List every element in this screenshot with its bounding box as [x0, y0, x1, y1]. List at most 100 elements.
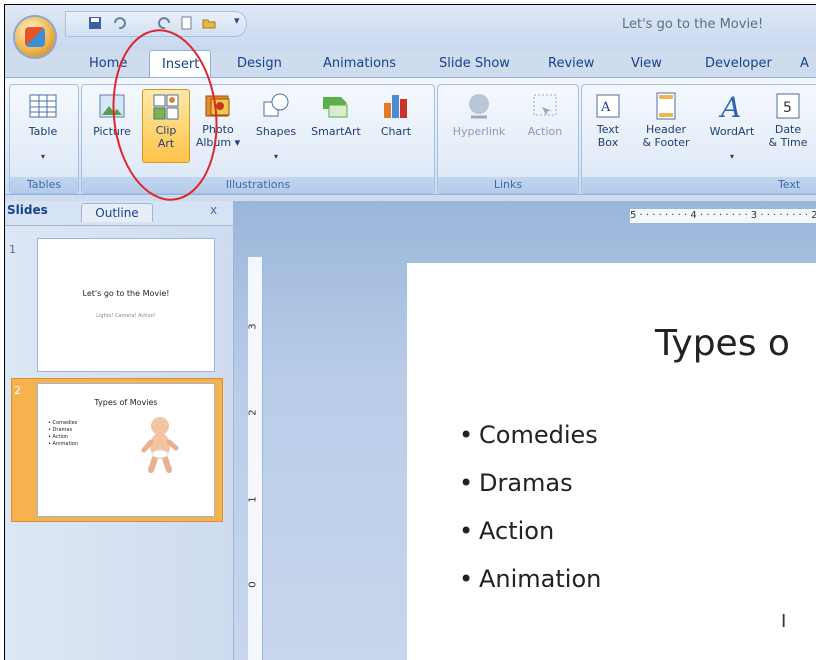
- panel-tabs: Slides Outline x: [5, 201, 233, 226]
- slide-editing-area: 5 · · · · · · · · 4 · · · · · · · · 3 · …: [234, 201, 816, 660]
- title-bar: ▾ Let's go to the Movie!: [5, 5, 816, 50]
- text-box-button[interactable]: A Text Box: [588, 89, 628, 161]
- bullet-dot: •: [459, 469, 474, 497]
- tab-outline[interactable]: Outline: [81, 203, 153, 222]
- print-preview-icon[interactable]: [180, 16, 194, 30]
- wordart-icon: A: [718, 91, 741, 121]
- thumb-bullet: • Action: [48, 434, 69, 440]
- wordart-label: WordArt: [709, 125, 755, 138]
- text-box-label-line2: Box: [597, 136, 619, 149]
- hyperlink-button[interactable]: Hyperlink: [444, 89, 514, 161]
- smartart-icon: [323, 97, 348, 118]
- text-box-label: Text Box: [584, 123, 632, 149]
- text-cursor-icon: I: [781, 611, 787, 632]
- tab-view[interactable]: View: [631, 56, 662, 71]
- bullet-dot: •: [459, 421, 474, 449]
- thumb-bullet: • Comedies: [48, 420, 78, 426]
- group-label-links: Links: [438, 177, 578, 193]
- baby-clip-art-image: [141, 417, 179, 473]
- tab-slide-show[interactable]: Slide Show: [439, 56, 510, 71]
- group-label-tables: Tables: [10, 177, 78, 193]
- header-footer-label-line2: & Footer: [642, 136, 690, 149]
- ruler-label: 1: [247, 496, 259, 503]
- slide-thumbnail-1[interactable]: Let's go to the Movie! Lights! Camera! A…: [37, 238, 215, 372]
- horizontal-ruler[interactable]: 5 · · · · · · · · 4 · · · · · · · · 3 · …: [630, 209, 816, 224]
- customize-qat-icon[interactable]: ▾: [234, 14, 240, 27]
- bullet-item[interactable]: • Comedies: [459, 421, 598, 449]
- group-text: A Text Box Header & Footer A WordArt ▾ 5 D…: [581, 84, 816, 194]
- bullet-item[interactable]: • Action: [459, 517, 554, 545]
- thumb-title: Types of Movies: [94, 398, 158, 407]
- slide-thumbnail-2-selected[interactable]: 2 Types of Movies • Comedies • Dramas • …: [11, 378, 223, 522]
- ruler-label: 0: [247, 581, 259, 588]
- action-icon: [533, 94, 557, 116]
- tab-addins[interactable]: A: [800, 56, 809, 71]
- dropdown-arrow-icon: ▾: [234, 136, 241, 149]
- slide-thumbnail-2: Types of Movies • Comedies • Dramas • Ac…: [37, 383, 215, 517]
- text-box-icon: A: [596, 94, 620, 118]
- svg-text:A: A: [600, 100, 611, 115]
- office-button[interactable]: [15, 17, 55, 57]
- tab-developer[interactable]: Developer: [705, 56, 772, 71]
- chart-icon: [384, 95, 407, 118]
- header-footer-label: Header & Footer: [632, 123, 700, 149]
- table-label: Table: [28, 125, 58, 138]
- calendar-icon: 5: [776, 93, 800, 119]
- thumb-bullet: • Animation: [48, 441, 79, 447]
- shapes-label: Shapes: [255, 125, 297, 138]
- table-button[interactable]: Table ▾: [16, 89, 70, 161]
- vertical-ruler[interactable]: 3 2 1 0: [248, 257, 263, 660]
- date-time-label-line1: Date: [774, 123, 802, 136]
- action-button[interactable]: Action: [520, 89, 570, 161]
- date-time-label-line2: & Time: [768, 136, 808, 149]
- action-label: Action: [527, 125, 563, 138]
- table-icon: [29, 94, 57, 118]
- slide-number: 2: [14, 384, 21, 397]
- smartart-label: SmartArt: [311, 125, 361, 138]
- bullet-item[interactable]: • Dramas: [459, 469, 573, 497]
- open-folder-icon[interactable]: [202, 16, 216, 30]
- bullet-dot: •: [459, 565, 474, 593]
- header-footer-button[interactable]: Header & Footer: [636, 89, 696, 161]
- bullet-item[interactable]: • Animation: [459, 565, 601, 593]
- group-label-text-wrap: Text: [582, 177, 816, 193]
- date-time-label: Date & Time: [764, 123, 812, 149]
- close-icon[interactable]: x: [210, 203, 217, 217]
- bullet-dot: •: [459, 517, 474, 545]
- thumb-subtitle: Lights! Camera! Action!: [96, 313, 156, 319]
- svg-text:A: A: [718, 91, 741, 121]
- ruler-label: 3: [247, 323, 259, 330]
- dropdown-arrow-icon: ▾: [273, 152, 278, 161]
- ruler-label: 2: [247, 409, 259, 416]
- dropdown-arrow-icon: ▾: [40, 152, 45, 161]
- hyperlink-icon: [469, 94, 489, 119]
- slide-canvas[interactable]: Types o • Comedies • Dramas • Action • Anima…: [407, 263, 816, 660]
- hyperlink-label: Hyperlink: [452, 125, 506, 138]
- chart-button[interactable]: Chart: [372, 89, 420, 161]
- tab-review[interactable]: Review: [548, 56, 594, 71]
- smartart-button[interactable]: SmartArt: [306, 89, 366, 161]
- office-logo-icon: [25, 27, 45, 47]
- tab-design[interactable]: Design: [237, 56, 282, 71]
- redo-icon[interactable]: [158, 16, 172, 30]
- group-label-text: Text: [778, 178, 801, 191]
- date-time-button[interactable]: 5 Date & Time: [768, 89, 808, 161]
- chart-label: Chart: [380, 125, 412, 138]
- thumb-bullet: • Dramas: [48, 427, 73, 433]
- tab-animations[interactable]: Animations: [323, 56, 396, 71]
- shapes-button[interactable]: Shapes ▾: [250, 89, 302, 161]
- header-footer-label-line1: Header: [645, 123, 687, 136]
- header-footer-icon: [656, 92, 676, 120]
- group-links: Hyperlink Action Links: [437, 84, 579, 194]
- wordart-button[interactable]: A WordArt ▾: [704, 89, 760, 161]
- slide-number: 1: [9, 243, 16, 256]
- text-box-label-line1: Text: [596, 123, 620, 136]
- slides-panel: Slides Outline x 1 Let's go to the Movie…: [5, 201, 234, 660]
- thumb-bullets: • Comedies • Dramas • Action • Animation: [48, 420, 78, 448]
- shapes-icon: [263, 93, 289, 117]
- undo-icon[interactable]: [112, 16, 126, 30]
- slide-title[interactable]: Types o: [655, 323, 790, 364]
- group-tables: Table ▾ Tables: [9, 84, 79, 194]
- tab-slides[interactable]: Slides: [7, 203, 48, 217]
- save-icon[interactable]: [88, 16, 102, 30]
